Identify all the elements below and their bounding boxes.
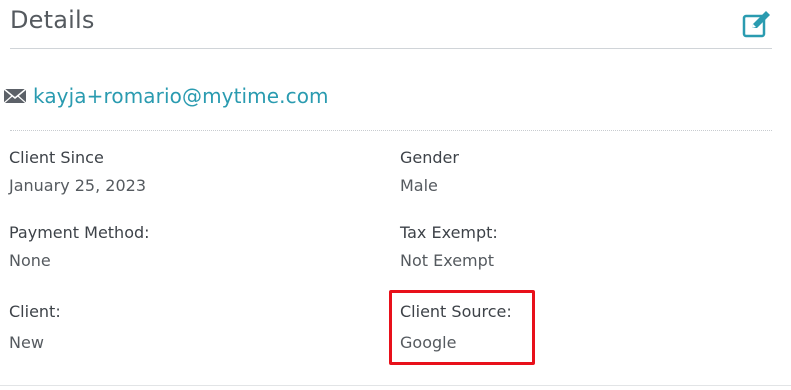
payment-method-label: Payment Method:	[9, 223, 150, 242]
gender-value: Male	[400, 176, 438, 195]
email-link[interactable]: kayja+romario@mytime.com	[33, 84, 329, 108]
gender-label: Gender	[400, 148, 459, 167]
payment-method-value: None	[9, 251, 51, 270]
client-since-field: Client Since January 25, 2023	[9, 148, 309, 196]
client-source-highlight-box	[389, 290, 535, 365]
tax-exempt-label: Tax Exempt:	[400, 223, 498, 242]
details-title: Details	[10, 6, 95, 34]
client-status-label: Client:	[9, 302, 61, 321]
section-divider	[10, 130, 772, 131]
tax-exempt-value: Not Exempt	[400, 251, 495, 270]
envelope-icon	[4, 88, 26, 104]
client-since-value: January 25, 2023	[9, 176, 146, 195]
details-header: Details	[10, 0, 772, 49]
payment-method-field: Payment Method: None	[9, 223, 309, 271]
client-since-label: Client Since	[9, 148, 104, 167]
edit-pencil-icon	[742, 11, 770, 38]
tax-exempt-field: Tax Exempt: Not Exempt	[400, 223, 700, 271]
client-status-field: Client: New	[9, 302, 309, 353]
bottom-border	[0, 385, 791, 386]
details-panel: Details kayja+romario@mytime.com Client …	[0, 0, 791, 390]
email-row: kayja+romario@mytime.com	[4, 82, 329, 110]
gender-field: Gender Male	[400, 148, 700, 196]
client-status-value: New	[9, 333, 44, 352]
edit-button[interactable]	[742, 10, 772, 38]
